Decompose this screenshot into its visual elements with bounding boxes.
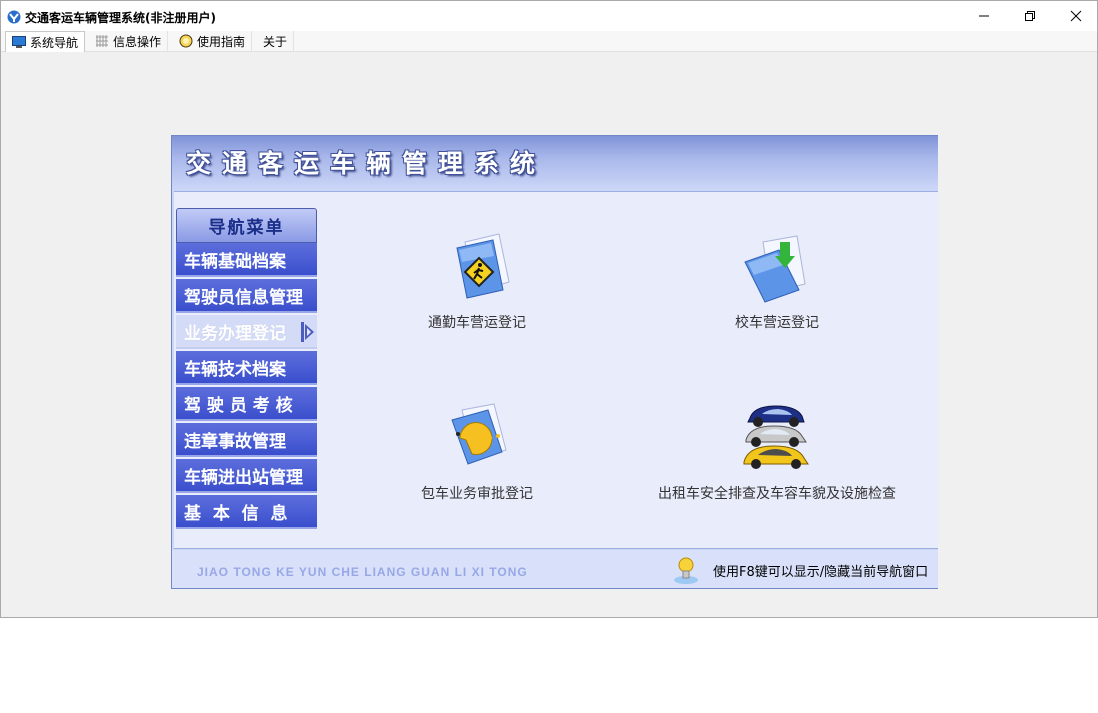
nav-item-basic-info[interactable]: 基 本 信 息: [176, 495, 317, 529]
tile-label: 通勤车营运登记: [428, 315, 526, 331]
tile-label: 校车营运登记: [735, 315, 819, 331]
nav-item-label: 驾驶员信息管理: [184, 287, 303, 308]
nav-item-vehicle-records[interactable]: 车辆基础档案: [176, 243, 317, 277]
download-document-icon: [744, 235, 806, 303]
tile-taxi-safety-inspection[interactable]: 出租车安全排查及车容车貌及设施检查: [652, 402, 902, 506]
banner-title: 交通客运车辆管理系统: [186, 149, 547, 178]
menu-user-guide[interactable]: 使用指南: [173, 31, 253, 51]
menu-bar: 系统导航 信息操作 使用指南 关于: [1, 31, 1097, 52]
menu-label: 关于: [263, 34, 288, 49]
close-button[interactable]: [1053, 1, 1098, 31]
menu-label: 信息操作: [113, 34, 162, 49]
nav-item-label: 车辆基础档案: [184, 251, 286, 272]
main-panel: 交通客运车辆管理系统 导航菜单 车辆基础档案 驾驶员信息管理 业务办理登记 车辆…: [171, 135, 938, 589]
nav-item-violation-accident[interactable]: 违章事故管理: [176, 423, 317, 457]
nav-item-label: 违章事故管理: [184, 431, 286, 452]
restore-icon: [1025, 11, 1035, 21]
menu-about[interactable]: 关于: [257, 31, 295, 51]
footer-bar: JIAO TONG KE YUN CHE LIANG GUAN LI XI TO…: [172, 550, 938, 588]
nav-item-label: 车辆技术档案: [184, 359, 286, 380]
minimize-button[interactable]: [961, 1, 1007, 31]
restore-button[interactable]: [1007, 1, 1053, 31]
nav-item-vehicle-tech-records[interactable]: 车辆技术档案: [176, 351, 317, 385]
menu-system-nav[interactable]: 系统导航: [5, 31, 86, 52]
footer-hint: 使用F8键可以显示/隐藏当前导航窗口: [713, 565, 929, 580]
nav-item-business-registration[interactable]: 业务办理登记: [176, 315, 317, 349]
nav-item-driver-info[interactable]: 驾驶员信息管理: [176, 279, 317, 313]
guide-icon: [179, 34, 193, 48]
tile-charter-approval[interactable]: 包车业务审批登记: [402, 402, 552, 506]
cars-icon: [743, 405, 809, 469]
tile-commuter-registration[interactable]: 通勤车营运登记: [402, 232, 552, 336]
grid-icon: [96, 35, 108, 47]
banner: 交通客运车辆管理系统: [172, 136, 938, 189]
menu-label: 使用指南: [197, 34, 246, 49]
nav-item-label: 基 本 信 息: [184, 503, 288, 524]
footer-pinyin: JIAO TONG KE YUN CHE LIANG GUAN LI XI TO…: [197, 565, 528, 579]
menu-info-ops[interactable]: 信息操作: [89, 31, 169, 51]
lightbulb-icon: [674, 557, 698, 584]
tile-school-bus-registration[interactable]: 校车营运登记: [702, 232, 852, 336]
nav-item-label: 车辆进出站管理: [184, 467, 303, 488]
monitor-icon: [12, 36, 26, 48]
title-bar[interactable]: 交通客运车辆管理系统(非注册用户): [1, 1, 1097, 31]
nav-item-label: 驾 驶 员 考 核: [184, 395, 293, 416]
menu-label: 系统导航: [30, 35, 79, 50]
window-title: 交通客运车辆管理系统(非注册用户): [25, 11, 216, 25]
close-icon: [1070, 10, 1082, 22]
arrow-right-icon: [301, 322, 314, 342]
app-logo-icon: [7, 10, 21, 24]
nav-header: 导航菜单: [176, 208, 317, 243]
nav-item-label: 业务办理登记: [184, 323, 286, 344]
nav-item-driver-assessment[interactable]: 驾 驶 员 考 核: [176, 387, 317, 421]
pacman-document-icon: [451, 403, 507, 465]
tile-label: 包车业务审批登记: [421, 486, 533, 502]
minimize-icon: [979, 15, 989, 17]
tile-label: 出租车安全排查及车容车貌及设施检查: [658, 486, 896, 502]
nav-item-station-in-out[interactable]: 车辆进出站管理: [176, 459, 317, 493]
pedestrian-document-icon: [456, 233, 510, 299]
